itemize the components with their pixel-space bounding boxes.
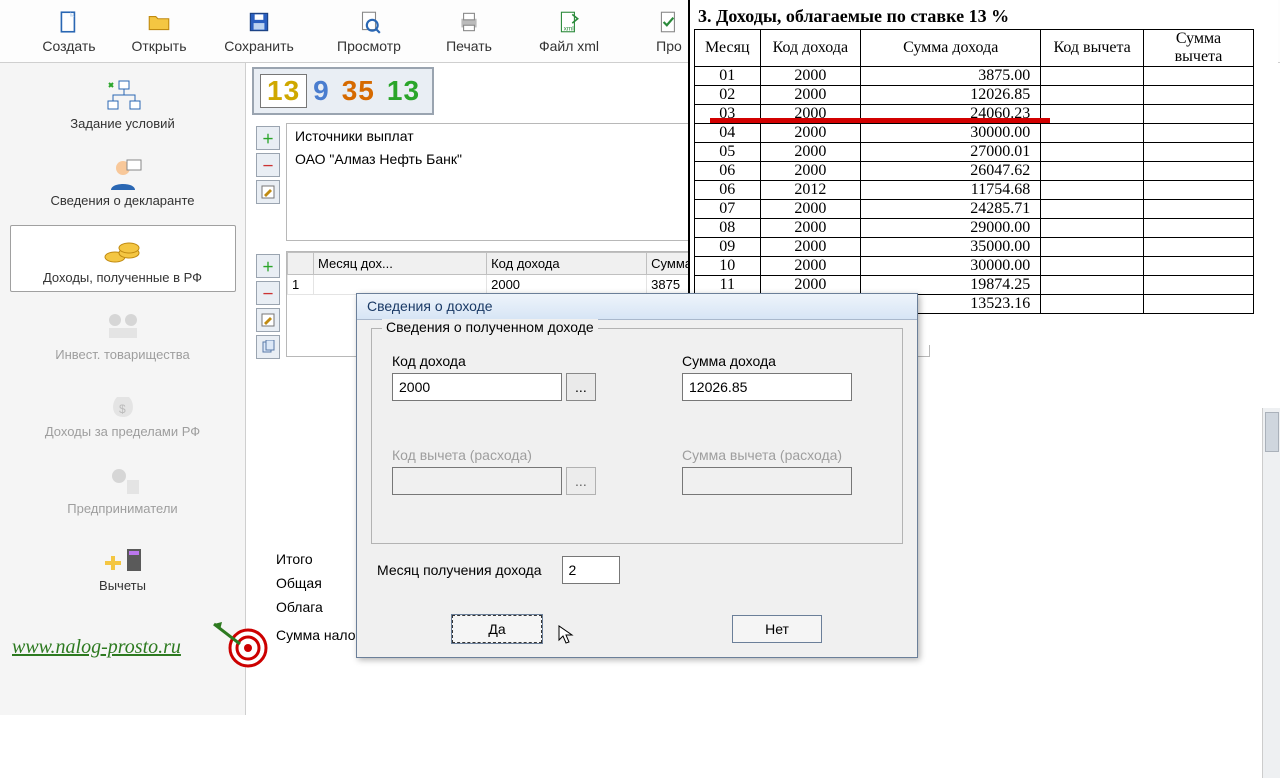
preview-label: Просмотр	[337, 38, 401, 54]
moneybag-icon: $	[13, 386, 233, 424]
code-label: Код дохода	[392, 353, 596, 369]
nav-entrepreneurs-label: Предприниматели	[67, 501, 177, 516]
add-source-button[interactable]: ＋	[256, 126, 280, 150]
rate-tab-9[interactable]: 9	[307, 75, 336, 107]
ref-row: 09200035000.00	[695, 238, 1254, 257]
nav-income-rf-label: Доходы, полученные в РФ	[43, 270, 202, 285]
nav-income-rf[interactable]: Доходы, полученные в РФ	[10, 225, 236, 292]
print-button[interactable]: Печать	[424, 0, 514, 62]
create-label: Создать	[42, 38, 95, 54]
target-icon	[210, 610, 270, 670]
dialog-title: Сведения о доходе	[357, 294, 917, 320]
remove-income-button[interactable]: －	[256, 281, 280, 305]
ref-row: 04200030000.00	[695, 124, 1254, 143]
person-icon	[13, 155, 233, 193]
check-label: Про	[656, 38, 682, 54]
rate-tab-13a[interactable]: 13	[260, 74, 307, 108]
check-icon	[655, 8, 683, 36]
folder-open-icon	[145, 8, 173, 36]
dialog-no-button[interactable]: Нет	[732, 615, 822, 643]
nav-invest: Инвест. товарищества	[10, 302, 236, 369]
copy-income-button[interactable]	[256, 335, 280, 359]
tax-rate-tabs: 13 9 35 13	[252, 67, 434, 115]
col-month[interactable]: Месяц дох...	[314, 253, 487, 275]
nav-entrepreneurs: Предприниматели	[10, 456, 236, 523]
coins-icon	[13, 232, 233, 270]
save-label: Сохранить	[224, 38, 294, 54]
deduction-sum-input	[682, 467, 852, 495]
ref-row: 0120003875.00	[695, 67, 1254, 86]
svg-text:xml: xml	[564, 26, 575, 33]
nav-income-abroad: $ Доходы за пределами РФ	[10, 379, 236, 446]
ref-row: 05200027000.01	[695, 143, 1254, 162]
add-income-button[interactable]: ＋	[256, 254, 280, 278]
income-dialog: Сведения о доходе Сведения о полученном …	[356, 293, 918, 658]
open-label: Открыть	[132, 38, 187, 54]
save-icon	[245, 8, 273, 36]
rate-tab-35[interactable]: 35	[336, 75, 381, 107]
dedcode-label: Код вычета (расхода)	[392, 447, 596, 463]
dedcode-picker-button: ...	[566, 467, 596, 495]
create-button[interactable]: Создать	[24, 0, 114, 62]
nav-conditions-label: Задание условий	[70, 116, 174, 131]
handshake-icon	[13, 309, 233, 347]
nav-income-abroad-label: Доходы за пределами РФ	[45, 424, 200, 439]
vertical-scrollbar[interactable]	[1262, 408, 1280, 778]
nav-declarant[interactable]: Сведения о декларанте	[10, 148, 236, 215]
nav-declarant-label: Сведения о декларанте	[51, 193, 195, 208]
refdoc-title: 3. Доходы, облагаемые по ставке 13 %	[698, 6, 1270, 27]
print-label: Печать	[446, 38, 492, 54]
rate-tab-13b[interactable]: 13	[381, 75, 426, 107]
dedsum-label: Сумма вычета (расхода)	[682, 447, 852, 463]
new-file-icon	[55, 8, 83, 36]
nav-deductions-label: Вычеты	[99, 578, 146, 593]
ref-row: 08200029000.00	[695, 219, 1254, 238]
print-icon	[455, 8, 483, 36]
open-button[interactable]: Открыть	[114, 0, 204, 62]
remove-source-button[interactable]: －	[256, 153, 280, 177]
ref-row: 02200012026.85	[695, 86, 1254, 105]
calculator-icon	[13, 540, 233, 578]
income-code-input[interactable]	[392, 373, 562, 401]
dialog-yes-button[interactable]: Да	[452, 615, 542, 643]
preview-icon	[355, 8, 383, 36]
deduction-code-input	[392, 467, 562, 495]
sum-label: Сумма дохода	[682, 353, 852, 369]
ref-row: 06201211754.68	[695, 181, 1254, 200]
business-icon	[13, 463, 233, 501]
edit-income-button[interactable]	[256, 308, 280, 332]
tree-icon	[13, 78, 233, 116]
save-button[interactable]: Сохранить	[204, 0, 314, 62]
preview-button[interactable]: Просмотр	[314, 0, 424, 62]
svg-text:$: $	[119, 402, 126, 416]
income-sum-input[interactable]	[682, 373, 852, 401]
highlight-marker	[710, 118, 1050, 123]
income-month-input[interactable]	[562, 556, 620, 584]
col-code[interactable]: Код дохода	[487, 253, 647, 275]
nav-invest-label: Инвест. товарищества	[55, 347, 190, 362]
xml-file-icon: xml	[555, 8, 583, 36]
edit-source-button[interactable]	[256, 180, 280, 204]
code-picker-button[interactable]: ...	[566, 373, 596, 401]
ref-row: 11200019874.25	[695, 276, 1254, 295]
ref-row: 10200030000.00	[695, 257, 1254, 276]
ref-row: 06200026047.62	[695, 162, 1254, 181]
nav-deductions[interactable]: Вычеты	[10, 533, 236, 600]
filexml-label: Файл xml	[539, 38, 599, 54]
dialog-group-label: Сведения о полученном доходе	[382, 319, 598, 335]
ref-row: 07200024285.71	[695, 200, 1254, 219]
reference-table: Месяц Код дохода Сумма дохода Код вычета…	[694, 29, 1254, 314]
watermark-text: www.nalog-prosto.ru	[12, 636, 181, 659]
nav-conditions[interactable]: Задание условий	[10, 71, 236, 138]
filexml-button[interactable]: xml Файл xml	[514, 0, 624, 62]
month-label: Месяц получения дохода	[377, 562, 542, 578]
